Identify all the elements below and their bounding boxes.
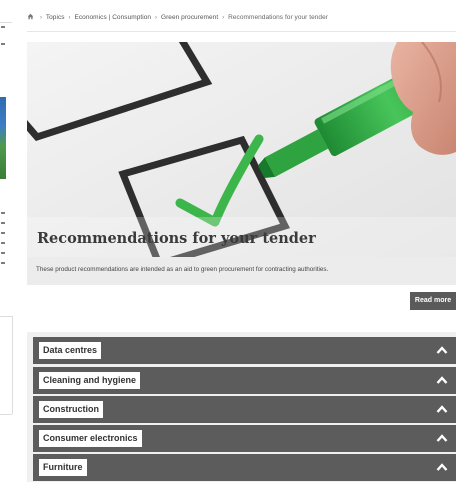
divider (0, 316, 12, 317)
breadcrumb-separator: › (68, 14, 71, 21)
accordion-item-data-centres[interactable]: Data centres (33, 337, 456, 364)
accordion-item-label: Consumer electronics (39, 430, 142, 447)
hero-image: Recommendations for your tender (27, 42, 456, 257)
divider (12, 316, 13, 414)
text-fragment (1, 222, 5, 224)
breadcrumb-divider (27, 31, 456, 32)
accordion-item-label: Cleaning and hygiene (39, 372, 141, 389)
teaser-image-fragment[interactable] (0, 97, 6, 179)
text-fragment (1, 232, 5, 234)
accordion-item-label: Construction (39, 401, 103, 418)
home-icon[interactable] (27, 13, 34, 20)
checkbox-illustration (27, 42, 456, 257)
accordion-item-label: Furniture (39, 459, 87, 476)
intro-band: These product recommendations are intend… (27, 257, 456, 285)
page-title: Recommendations for your tender (37, 230, 316, 247)
breadcrumb-economics-consumption[interactable]: Economics | Consumption (75, 14, 152, 21)
accordion-item-label: Data centres (39, 342, 102, 359)
breadcrumb-current: Recommendations for your tender (228, 14, 328, 21)
chevron-up-icon[interactable] (436, 433, 448, 443)
text-fragment (1, 262, 5, 264)
text-fragment (1, 252, 5, 254)
intro-text: These product recommendations are intend… (36, 266, 329, 273)
divider (0, 414, 12, 415)
divider (0, 22, 12, 23)
breadcrumb-separator: › (222, 14, 225, 21)
text-fragment (1, 43, 5, 45)
breadcrumb-separator: › (39, 14, 43, 21)
chevron-up-icon[interactable] (436, 404, 448, 414)
breadcrumb: › Topics › Economics | Consumption › Gre… (27, 13, 328, 21)
text-fragment (1, 26, 5, 28)
breadcrumb-separator: › (154, 14, 158, 21)
read-more-button[interactable]: Read more (410, 292, 456, 310)
chevron-up-icon[interactable] (436, 345, 448, 355)
breadcrumb-green-procurement[interactable]: Green procurement (161, 14, 218, 21)
chevron-up-icon[interactable] (436, 462, 448, 472)
breadcrumb-topics[interactable]: Topics (46, 14, 65, 21)
accordion-item-cleaning-hygiene[interactable]: Cleaning and hygiene (33, 367, 456, 394)
accordion-item-construction[interactable]: Construction (33, 396, 456, 423)
text-fragment (1, 242, 5, 244)
chevron-up-icon[interactable] (436, 375, 448, 385)
left-sidebar-fragment (0, 0, 14, 482)
text-fragment (1, 212, 5, 214)
accordion-item-furniture[interactable]: Furniture (33, 454, 456, 481)
accordion-item-consumer-electronics[interactable]: Consumer electronics (33, 425, 456, 452)
product-category-accordion: Data centres Cleaning and hygiene Constr… (27, 332, 456, 482)
